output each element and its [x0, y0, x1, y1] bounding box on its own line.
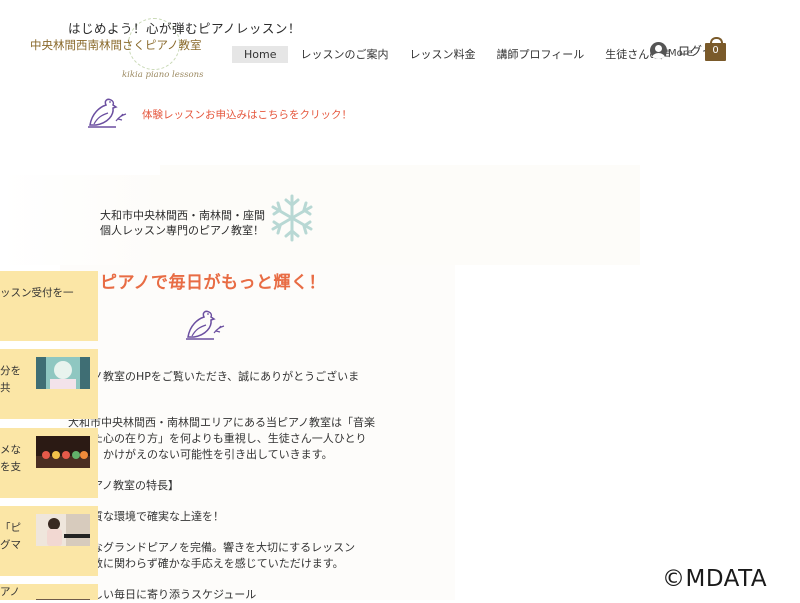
cart-count: 0 — [712, 45, 719, 56]
feature-title: しい毎日に寄り添うスケジュール — [92, 588, 257, 601]
side-card-text: メな を支 — [0, 444, 21, 473]
side-card-thumbnail — [36, 357, 90, 389]
feature-text: 数に関わらず確かな手応えを感じていただけます。 — [92, 557, 344, 570]
feature-text: なグランドピアノを完備。響きを大切にするレッスン — [92, 541, 356, 554]
logo-script-text: kikia piano lessons — [122, 70, 204, 80]
nav-item-home[interactable]: Home — [232, 45, 289, 63]
body-paragraph: 、かけがえのない可能性を引き出していきます。 — [92, 448, 333, 461]
site-title[interactable]: 中央林間西南林間さくピアノ教室 — [30, 37, 201, 53]
side-card[interactable]: 分を 共 — [0, 349, 98, 419]
nav-item-lesson-guide[interactable]: レッスンのご案内 — [291, 44, 397, 64]
features-heading: アノ教室の特長】 — [92, 479, 180, 492]
side-card-text: ッスン受付を一 — [0, 287, 74, 299]
cart-button[interactable]: 0 — [705, 36, 726, 62]
side-card[interactable]: ッスン受付を一 — [0, 271, 98, 341]
side-card-text: 分を 共 — [0, 365, 21, 394]
side-card[interactable]: メな を支 — [0, 428, 98, 498]
hero-text: 大和市中央林間西・南林間・座間 個人レッスン専門のピアノ教室！ — [100, 208, 265, 238]
side-card-thumbnail — [36, 514, 90, 546]
copyright-watermark: ©MDATA — [662, 566, 768, 592]
snowflake-icon — [266, 192, 318, 248]
nav-more[interactable]: More — [668, 48, 693, 59]
intro-paragraph: ノ教室のHPをご覧いただき、誠にありがとうございま — [92, 370, 360, 383]
avatar-icon — [650, 42, 667, 59]
nav-item-lesson-fees[interactable]: レッスン料金 — [400, 44, 484, 64]
side-card-text: アノ — [0, 586, 21, 598]
side-card-text: 「ピ グマ — [0, 522, 21, 551]
bird-icon — [86, 97, 128, 131]
side-card-thumbnail — [36, 436, 90, 468]
nav-item-teacher-profile[interactable]: 講師プロフィール — [487, 44, 593, 64]
hero-line-1: 大和市中央林間西・南林間・座間 — [100, 209, 265, 222]
main-nav: Home レッスンのご案内 レッスン料金 講師プロフィール 生徒さんの声 — [232, 44, 683, 64]
side-card-thumbnail — [36, 592, 90, 600]
hero-line-2: 個人レッスン専門のピアノ教室！ — [100, 224, 265, 237]
body-paragraph: た心の在り方」を何よりも重視し、生徒さん一人ひとり — [92, 432, 367, 445]
side-card[interactable]: アノ — [0, 584, 98, 600]
main-headline: ピアノで毎日がもっと輝く！ — [100, 273, 326, 293]
site-tagline: はじめよう！心が弾むピアノレッスン！ — [68, 21, 301, 36]
bird-divider-icon — [184, 309, 226, 343]
body-paragraph: 大和市中央林間西・南林間エリアにある当ピアノ教室は「音楽 — [68, 416, 376, 429]
feature-title: 質な環境で確実な上達を！ — [92, 510, 224, 523]
trial-lesson-link[interactable]: 体験レッスンお申込みはこちらをクリック！ — [142, 107, 352, 122]
side-card[interactable]: 「ピ グマ — [0, 506, 98, 576]
